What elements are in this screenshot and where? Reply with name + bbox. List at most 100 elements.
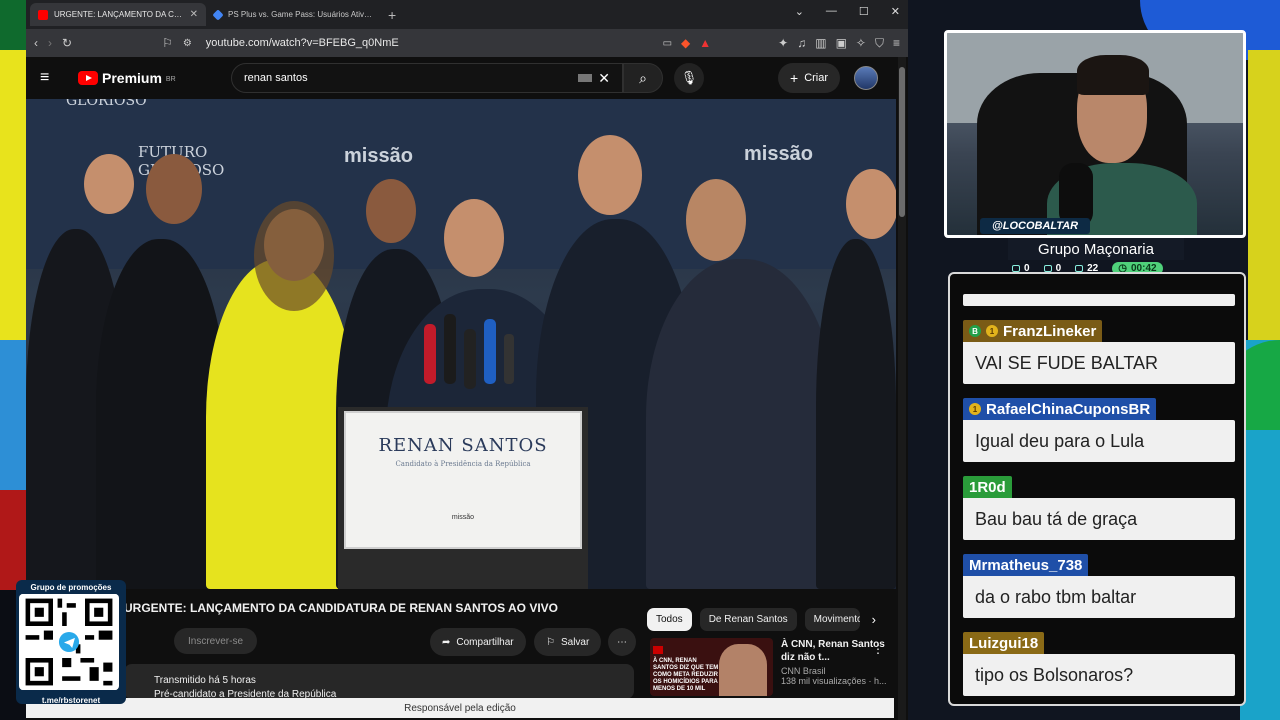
search-icon: ⌕ [639, 69, 647, 86]
tab-title: PS Plus vs. Game Pass: Usuários Ativos -… [228, 10, 374, 19]
share-icon: ➦ [442, 636, 451, 648]
chat-username-bar: 1 RafaelChinaCuponsBR [963, 398, 1157, 420]
person-silhouette [646, 259, 836, 589]
youtube-header: ≡ Premium BR ✕ ⌕ 🎙 + Criar [26, 57, 908, 99]
more-actions-button[interactable]: ⋯ [608, 628, 636, 656]
save-icon: ⚐ [546, 636, 555, 648]
scrollbar-thumb[interactable] [899, 67, 905, 217]
create-label: Criar [804, 72, 829, 84]
related-filter-chips: Todos De Renan Santos Movimento › [647, 608, 876, 631]
cast-icon[interactable]: ▭ [663, 38, 672, 49]
chat-username: Mrmatheus_738 [969, 556, 1083, 574]
minimize-icon[interactable]: — [826, 5, 837, 18]
backdrop-word: GLORIOSO [66, 99, 147, 109]
vpn-icon[interactable]: ⛉ [875, 36, 884, 51]
related-channel[interactable]: CNN Brasil [781, 666, 890, 676]
hamburger-menu-icon[interactable]: ≡ [40, 69, 66, 87]
keyboard-icon[interactable] [578, 74, 593, 82]
thumbnail-text: À CNN, RENAN SANTOS DIZ QUE TEM COMO MET… [653, 658, 719, 692]
chat-username: FranzLineker [1003, 322, 1097, 340]
chip-movement[interactable]: Movimento [804, 608, 860, 631]
avatar[interactable] [854, 66, 878, 90]
menu-icon[interactable]: ≡ [893, 36, 900, 50]
backdrop-blue-band [0, 340, 26, 490]
close-window-icon[interactable]: ✕ [891, 5, 900, 18]
chat-text: VAI SE FUDE BALTAR [963, 342, 1235, 384]
save-label: Salvar [560, 636, 590, 648]
qr-code-icon [19, 594, 119, 690]
person-head [146, 154, 202, 224]
share-label: Compartilhar [456, 636, 514, 648]
podium-logo: missão [451, 514, 475, 521]
voice-search-button[interactable]: 🎙 [674, 63, 704, 93]
brave-shield-icon[interactable]: ◆ [681, 36, 690, 50]
sidebar-icon[interactable]: ▥ [815, 36, 826, 50]
media-icon[interactable]: ♫ [797, 36, 806, 50]
person-head [84, 154, 134, 214]
forward-icon[interactable]: › [48, 36, 52, 50]
extensions-icon[interactable]: ✦ [778, 36, 788, 50]
person-silhouette [206, 259, 356, 589]
share-button[interactable]: ➦ Compartilhar [430, 628, 526, 656]
chat-text: Bau bau tá de graça [963, 498, 1235, 540]
subscribe-button[interactable]: Inscrever-se [174, 628, 258, 654]
site-info-icon[interactable]: ⚙ [183, 38, 192, 49]
chat-text: tipo os Bolsonaros? [963, 654, 1235, 696]
backdrop-green-band [0, 0, 26, 50]
bookmark-icon[interactable]: ⚐ [162, 36, 173, 50]
leo-icon[interactable]: ✧ [856, 36, 866, 50]
chat-message: 1 RafaelChinaCuponsBR Igual deu para o L… [963, 398, 1235, 462]
related-video-card[interactable]: À CNN, RENAN SANTOS DIZ QUE TEM COMO MET… [650, 638, 890, 700]
close-tab-icon[interactable]: ✕ [190, 9, 198, 20]
chat-message: Luizgui18 tipo os Bolsonaros? [963, 632, 1235, 696]
chevron-right-icon[interactable]: › [872, 612, 876, 627]
create-button[interactable]: + Criar [778, 63, 841, 93]
chat-message: B 1 FranzLineker VAI SE FUDE BALTAR [963, 320, 1235, 384]
plus-icon: + [790, 70, 799, 86]
tab-bar: URGENTE: LANÇAMENTO DA CANDIDATURA DE RE… [26, 0, 908, 29]
related-thumbnail[interactable]: À CNN, RENAN SANTOS DIZ QUE TEM COMO MET… [650, 638, 773, 696]
search-input[interactable] [244, 72, 579, 84]
wallet-icon[interactable]: ▣ [836, 36, 847, 50]
chat-previous-message [963, 294, 1235, 306]
video-player[interactable]: GLORIOSO FUTURO GLORIOSO missão missão [26, 99, 896, 589]
chip-from-channel[interactable]: De Renan Santos [699, 608, 797, 631]
microphone-icon: 🎙 [680, 70, 698, 85]
reload-icon[interactable]: ↻ [62, 36, 72, 50]
chat-username: 1R0d [969, 478, 1006, 496]
coin-badge-icon: 1 [986, 325, 998, 337]
youtube-play-icon [78, 71, 98, 85]
chat-username-bar: Mrmatheus_738 [963, 554, 1089, 576]
person-hair [254, 201, 334, 311]
description-box[interactable]: Transmitido há 5 horas Pré-candidato a P… [124, 664, 634, 699]
save-button[interactable]: ⚐ Salvar [534, 628, 602, 656]
chat-text: da o rabo tbm baltar [963, 576, 1235, 618]
chip-all[interactable]: Todos [647, 608, 692, 631]
status-bar: Responsável pela edição [26, 698, 894, 718]
related-views: 138 mil visualizações · h... [780, 676, 887, 686]
clear-search-icon[interactable]: ✕ [598, 70, 610, 87]
back-icon[interactable]: ‹ [34, 36, 38, 50]
address-bar[interactable]: youtube.com/watch?v=BFEBG_q0NmE [206, 37, 653, 49]
search-button[interactable]: ⌕ [623, 63, 663, 93]
qr-footer: t.me/rbstorenet [41, 696, 101, 705]
chat-message: Mrmatheus_738 da o rabo tbm baltar [963, 554, 1235, 618]
chat-icon [1012, 265, 1020, 272]
search-box: ✕ [231, 63, 623, 93]
chat-username-bar: 1R0d [963, 476, 1012, 498]
tab-youtube[interactable]: URGENTE: LANÇAMENTO DA CANDIDATURA DE RE… [30, 3, 206, 26]
backdrop-word: missão [344, 145, 413, 167]
maximize-icon[interactable]: ☐ [859, 5, 869, 18]
tab-gemini[interactable]: PS Plus vs. Game Pass: Usuários Ativos -… [206, 3, 382, 26]
tab-search-icon[interactable]: ⌄ [795, 5, 804, 18]
more-icon: ⋯ [617, 636, 627, 648]
thumbnail-face [718, 644, 767, 696]
related-menu-icon[interactable]: ⋮ [872, 642, 884, 656]
youtube-logo[interactable]: Premium BR [78, 70, 176, 86]
description-meta: Transmitido há 5 horas [154, 675, 256, 686]
browser-toolbar: ‹ › ↻ ⚐ ⚙ youtube.com/watch?v=BFEBG_q0Nm… [26, 29, 908, 57]
scrollbar[interactable] [898, 57, 906, 720]
person-silhouette [816, 239, 896, 589]
new-tab-icon[interactable]: + [388, 7, 396, 23]
brave-rewards-icon[interactable]: ▲ [699, 36, 711, 50]
